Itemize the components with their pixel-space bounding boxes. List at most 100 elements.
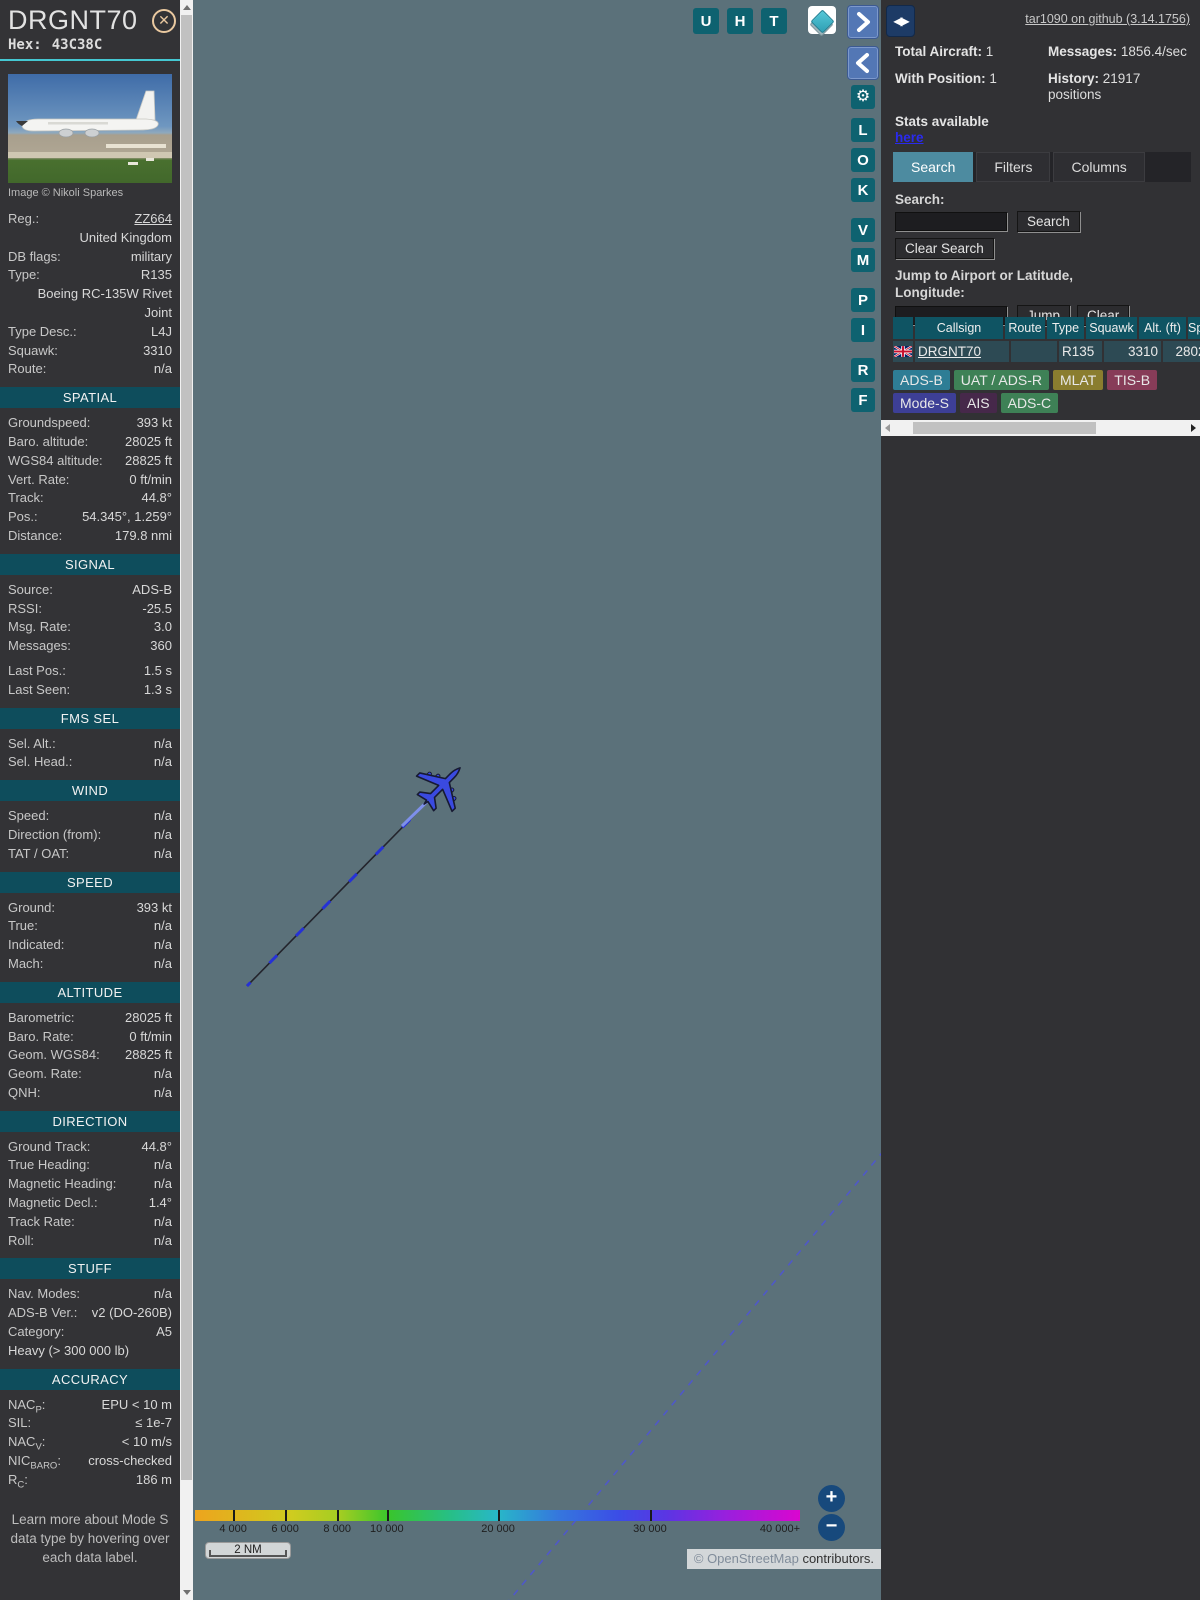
map-button-k[interactable]: K	[851, 178, 875, 202]
data-label: SIL:	[8, 1415, 32, 1431]
column-header-sp[interactable]: Sp	[1188, 317, 1200, 339]
tab-search[interactable]: Search	[893, 152, 974, 182]
altitude-cell: 28025	[1163, 341, 1200, 362]
map-button-f[interactable]: F	[851, 388, 875, 412]
aircraft-photo-illustration	[8, 90, 172, 165]
map-canvas[interactable]: U H T ⚙ LOKVMPIRF 4 000 6 000 8 000 10 000 2…	[193, 0, 881, 1600]
data-label: Last Pos.:	[8, 662, 66, 678]
map-button-h[interactable]: H	[727, 8, 753, 34]
aircraft-table-row[interactable]: DRGNT70 R135331028025	[893, 341, 1200, 362]
tab-filters[interactable]: Filters	[976, 152, 1051, 182]
sidebar-scrollbar[interactable]	[180, 0, 193, 1600]
callsign-cell: DRGNT70	[915, 341, 1009, 362]
source-filter-badges: ADS-B UAT / ADS-R MLAT TIS-B Mode-S AIS ADS-C	[893, 370, 1158, 416]
gear-icon: ⚙	[855, 88, 871, 105]
legend-tick	[233, 1510, 236, 1521]
data-value: -25.5	[142, 600, 172, 616]
filter-badge-uat-ads-r[interactable]: UAT / ADS-R	[953, 370, 1049, 390]
data-value: 44.8°	[141, 490, 172, 506]
clear-search-button[interactable]: Clear Search	[895, 238, 994, 259]
aircraft-detail-sidebar: DRGNT70 ✕ Hex: 43C38C Image © Nikoli Spar…	[0, 0, 180, 1600]
info-label: Route:	[8, 361, 47, 377]
data-label: QNH:	[8, 1084, 41, 1100]
scroll-left-icon[interactable]	[885, 424, 890, 432]
data-value: A5	[156, 1324, 172, 1340]
map-button-l[interactable]: L	[851, 118, 875, 142]
data-label: Category:	[8, 1324, 65, 1340]
legend-tick	[649, 1510, 652, 1521]
data-row: Indicated: n/a	[0, 936, 180, 955]
tab-columns[interactable]: Columns	[1053, 152, 1145, 182]
map-button-t[interactable]: T	[761, 8, 787, 34]
with-position-label: With Position:	[895, 71, 986, 86]
info-row: United Kingdom	[0, 229, 180, 248]
data-row: RSSI: -25.5	[0, 600, 180, 619]
scroll-right-icon[interactable]	[1191, 424, 1196, 432]
map-button-u[interactable]: U	[693, 8, 719, 34]
map-button-v[interactable]: V	[851, 218, 875, 242]
legend-tick-label: 8 000	[323, 1523, 351, 1535]
legend-tick-label: 30 000	[633, 1523, 667, 1535]
filter-badge-tis-b[interactable]: TIS-B	[1107, 370, 1158, 390]
data-row: Groundspeed: 393 kt	[0, 414, 180, 433]
horizontal-scrollbar-thumb[interactable]	[913, 422, 1096, 434]
data-value: 393 kt	[136, 415, 172, 431]
expand-right-button[interactable]	[847, 5, 879, 39]
map-attribution: © OpenStreetMap contributors.	[686, 1549, 881, 1569]
osm-attribution-link[interactable]: © OpenStreetMap	[694, 1551, 799, 1566]
column-header-altft[interactable]: Alt. (ft)	[1139, 317, 1186, 339]
data-row: Sel. Head.: n/a	[0, 753, 180, 772]
map-scale-bar: 2 NM	[205, 1542, 291, 1559]
column-header-route[interactable]: Route	[1005, 317, 1045, 339]
panel-horizontal-scrollbar[interactable]	[881, 420, 1200, 436]
filter-badge-ads-b[interactable]: ADS-B	[893, 370, 950, 390]
aircraft-photo[interactable]	[8, 74, 172, 183]
map-button-m[interactable]: M	[851, 248, 875, 272]
registration-link[interactable]: ZZ664	[134, 210, 172, 229]
search-button[interactable]: Search	[1017, 211, 1080, 232]
legend-tick	[285, 1510, 288, 1521]
map-button-o[interactable]: O	[851, 148, 875, 172]
filter-badge-mode-s[interactable]: Mode-S	[893, 393, 957, 413]
callsign-link[interactable]: DRGNT70	[918, 344, 981, 359]
data-row: Geom. WGS84: 28825 ft	[0, 1046, 180, 1065]
layer-switcher-button[interactable]	[808, 6, 836, 37]
panel-width-toggle-button[interactable]: ◀▶	[886, 5, 915, 37]
scale-label: 2 NM	[234, 1544, 262, 1556]
scroll-up-icon[interactable]	[183, 5, 191, 10]
hex-line: Hex: 43C38C	[0, 36, 180, 53]
scroll-down-icon[interactable]	[183, 1590, 191, 1595]
data-label: NICBARO:	[8, 1453, 61, 1472]
sidebar-scrollbar-thumb[interactable]	[181, 15, 192, 1480]
data-label: Indicated:	[8, 937, 65, 953]
data-row: WGS84 altitude: 28825 ft	[0, 452, 180, 471]
section-header-accuracy: ACCURACY	[0, 1368, 180, 1390]
data-value: 1.4°	[148, 1195, 172, 1211]
settings-button[interactable]: ⚙	[851, 85, 875, 109]
column-header-type[interactable]: Type	[1047, 317, 1084, 339]
data-row: Geom. Rate: n/a	[0, 1065, 180, 1084]
search-input[interactable]	[895, 212, 1007, 231]
close-icon[interactable]: ✕	[152, 9, 176, 33]
zoom-out-button[interactable]: −	[818, 1514, 845, 1541]
collapse-left-button[interactable]	[847, 46, 879, 80]
map-button-r[interactable]: R	[851, 358, 875, 382]
stats-here-link[interactable]: here	[895, 130, 924, 145]
map-button-p[interactable]: P	[851, 288, 875, 312]
data-row: Sel. Alt.: n/a	[0, 735, 180, 754]
filter-badge-ais[interactable]: AIS	[960, 393, 997, 413]
data-value: 179.8 nmi	[114, 527, 172, 543]
map-button-i[interactable]: I	[851, 318, 875, 342]
data-row: Msg. Rate: 3.0	[0, 618, 180, 637]
data-value: EPU < 10 m	[101, 1396, 172, 1412]
data-value: < 10 m/s	[121, 1434, 172, 1450]
column-header-callsign[interactable]: Callsign	[915, 317, 1003, 339]
data-row: Mach: n/a	[0, 955, 180, 974]
column-header-squawk[interactable]: Squawk	[1086, 317, 1137, 339]
filter-badge-mlat[interactable]: MLAT	[1052, 370, 1104, 390]
zoom-in-button[interactable]: +	[818, 1485, 845, 1512]
tar1090-github-link[interactable]: tar1090 on github (3.14.1756)	[1025, 12, 1190, 26]
column-header-flag[interactable]	[893, 317, 913, 339]
data-label: Ground Track:	[8, 1138, 91, 1154]
filter-badge-ads-c[interactable]: ADS-C	[1000, 393, 1059, 413]
